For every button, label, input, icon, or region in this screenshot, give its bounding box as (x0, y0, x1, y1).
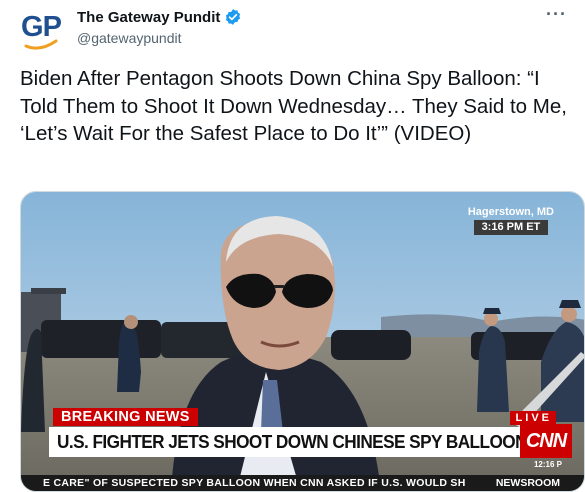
cnn-logo-text: CNN (525, 429, 567, 452)
video-corner-time: 12:16 P (533, 460, 562, 469)
author-name-row: The Gateway Pundit (77, 8, 242, 26)
avatar-swoosh-icon (24, 39, 58, 50)
avatar[interactable]: GP (18, 8, 64, 54)
more-options-icon[interactable]: ··· (546, 4, 567, 25)
tweet-text: Biden After Pentagon Shoots Down China S… (20, 67, 567, 145)
author-handle[interactable]: @gatewaypundit (77, 30, 182, 46)
ticker-text: E CARE" OF SUSPECTED SPY BALLOON WHEN CN… (43, 477, 466, 489)
video-location: Hagerstown, MD (467, 206, 554, 218)
live-badge: LIVE (509, 411, 556, 425)
breaking-news-label: BREAKING NEWS (53, 408, 198, 426)
news-ticker: E CARE" OF SUSPECTED SPY BALLOON WHEN CN… (21, 475, 584, 491)
ticker-tag: NEWSROOM (489, 475, 566, 491)
video-headline: U.S. FIGHTER JETS SHOOT DOWN CHINESE SPY… (57, 431, 528, 452)
video-location-overlay: Hagerstown, MD 3:16 PM ET (468, 206, 554, 235)
video-time: 3:16 PM ET (473, 220, 549, 235)
author-name[interactable]: The Gateway Pundit (77, 9, 220, 26)
verified-badge-icon (226, 9, 241, 25)
tweet-video[interactable]: Hagerstown, MD 3:16 PM ET BREAKING NEWS … (20, 191, 585, 492)
video-headline-bar: U.S. FIGHTER JETS SHOOT DOWN CHINESE SPY… (49, 427, 557, 457)
cnn-logo: CNN (520, 424, 572, 458)
